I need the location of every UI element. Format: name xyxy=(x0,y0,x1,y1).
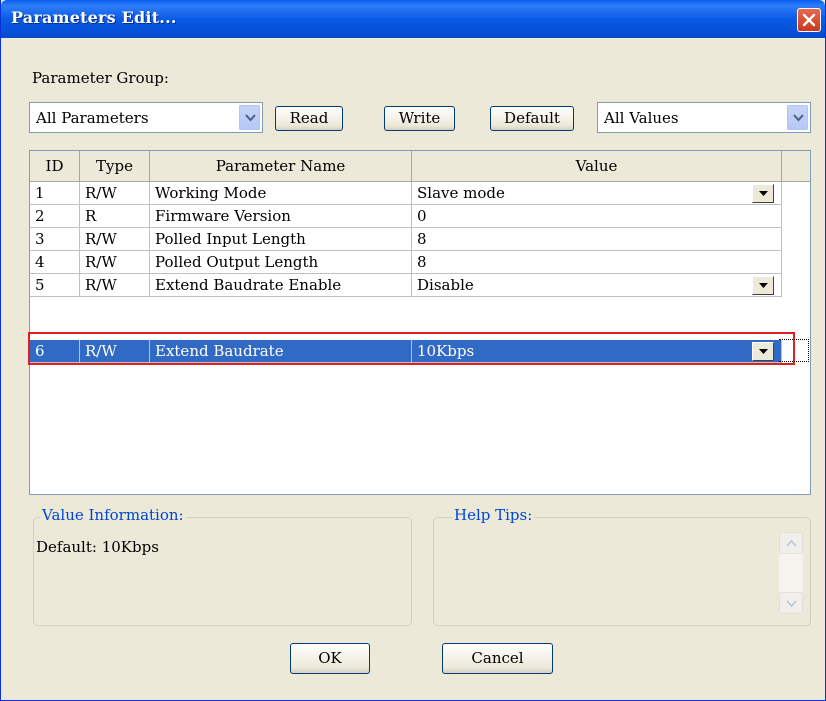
dropdown-arrow-icon xyxy=(759,283,768,288)
row-parameter-name: Working Mode xyxy=(150,182,412,205)
row-parameter-name: Polled Output Length xyxy=(150,251,412,274)
row-type: R/W xyxy=(80,182,150,205)
parameters-edit-dialog: Parameters Edit... Parameter Group: All … xyxy=(0,0,826,701)
row-type: R/W xyxy=(80,228,150,251)
row-parameter-name: Extend Baudrate xyxy=(150,340,412,363)
parameter-group-value: All Parameters xyxy=(36,109,149,127)
row-value[interactable]: Disable xyxy=(412,274,782,297)
parameter-group-label: Parameter Group: xyxy=(32,69,169,87)
help-tips-scrollbar[interactable] xyxy=(779,532,803,614)
column-header-value[interactable]: Value xyxy=(412,151,782,182)
row-type: R/W xyxy=(80,251,150,274)
row-id: 4 xyxy=(30,251,80,274)
row-parameter-name: Extend Baudrate Enable xyxy=(150,274,412,297)
chevron-up-icon xyxy=(786,540,797,547)
column-header-filler xyxy=(782,151,810,182)
value-filter-select[interactable]: All Values xyxy=(597,102,811,133)
row-type: R/W xyxy=(80,340,150,363)
value-dropdown-button[interactable] xyxy=(752,342,774,361)
row-id: 6 xyxy=(30,340,80,363)
table-row-selected[interactable]: 6 R/W Extend Baudrate 10Kbps xyxy=(30,340,782,363)
row-value[interactable]: 8 xyxy=(412,228,782,251)
scroll-down-button[interactable] xyxy=(779,592,803,614)
table-row[interactable]: 4 R/W Polled Output Length 8 xyxy=(30,251,782,274)
row-type: R/W xyxy=(80,274,150,297)
value-information-legend: Value Information: xyxy=(40,506,186,524)
cancel-button[interactable]: Cancel xyxy=(442,643,553,674)
column-header-type[interactable]: Type xyxy=(80,151,150,182)
row-id: 1 xyxy=(30,182,80,205)
row-id: 3 xyxy=(30,228,80,251)
value-filter-value: All Values xyxy=(604,109,679,127)
column-header-parameter-name[interactable]: Parameter Name xyxy=(150,151,412,182)
row-id: 5 xyxy=(30,274,80,297)
value-information-group: Value Information: Default: 10Kbps xyxy=(33,506,412,626)
help-tips-group: Help Tips: xyxy=(433,506,811,626)
row-id: 2 xyxy=(30,205,80,228)
table-row[interactable]: 3 R/W Polled Input Length 8 xyxy=(30,228,782,251)
chevron-down-icon[interactable] xyxy=(787,105,808,130)
value-dropdown-button[interactable] xyxy=(752,276,774,295)
window-title: Parameters Edit... xyxy=(11,8,177,27)
parameter-group-select[interactable]: All Parameters xyxy=(29,102,263,133)
close-icon xyxy=(802,13,816,27)
help-tips-legend: Help Tips: xyxy=(452,506,535,524)
parameter-table: ID Type Parameter Name Value 1 R/W Worki… xyxy=(29,150,811,495)
dropdown-arrow-icon xyxy=(759,349,768,354)
chevron-down-icon xyxy=(786,600,797,607)
title-bar[interactable]: Parameters Edit... xyxy=(1,0,825,38)
write-button[interactable]: Write xyxy=(384,106,455,131)
row-value[interactable]: 10Kbps xyxy=(412,340,782,363)
value-information-text: Default: 10Kbps xyxy=(36,538,159,556)
default-button[interactable]: Default xyxy=(490,106,574,131)
row-value[interactable]: 8 xyxy=(412,251,782,274)
table-row[interactable]: 1 R/W Working Mode Slave mode xyxy=(30,182,782,205)
row-parameter-name: Polled Input Length xyxy=(150,228,412,251)
chevron-down-icon[interactable] xyxy=(239,105,260,130)
row-value[interactable]: Slave mode xyxy=(412,182,782,205)
read-button[interactable]: Read xyxy=(275,106,343,131)
row-parameter-name: Firmware Version xyxy=(150,205,412,228)
table-row[interactable]: 5 R/W Extend Baudrate Enable Disable xyxy=(30,274,782,297)
row-type: R xyxy=(80,205,150,228)
focus-rectangle xyxy=(779,339,809,362)
ok-button[interactable]: OK xyxy=(290,643,370,674)
row-value: 0 xyxy=(412,205,782,228)
table-row[interactable]: 2 R Firmware Version 0 xyxy=(30,205,782,228)
scroll-up-button[interactable] xyxy=(779,532,803,554)
column-header-id[interactable]: ID xyxy=(30,151,80,182)
close-button[interactable] xyxy=(797,8,821,32)
dropdown-arrow-icon xyxy=(759,191,768,196)
value-dropdown-button[interactable] xyxy=(752,184,774,203)
